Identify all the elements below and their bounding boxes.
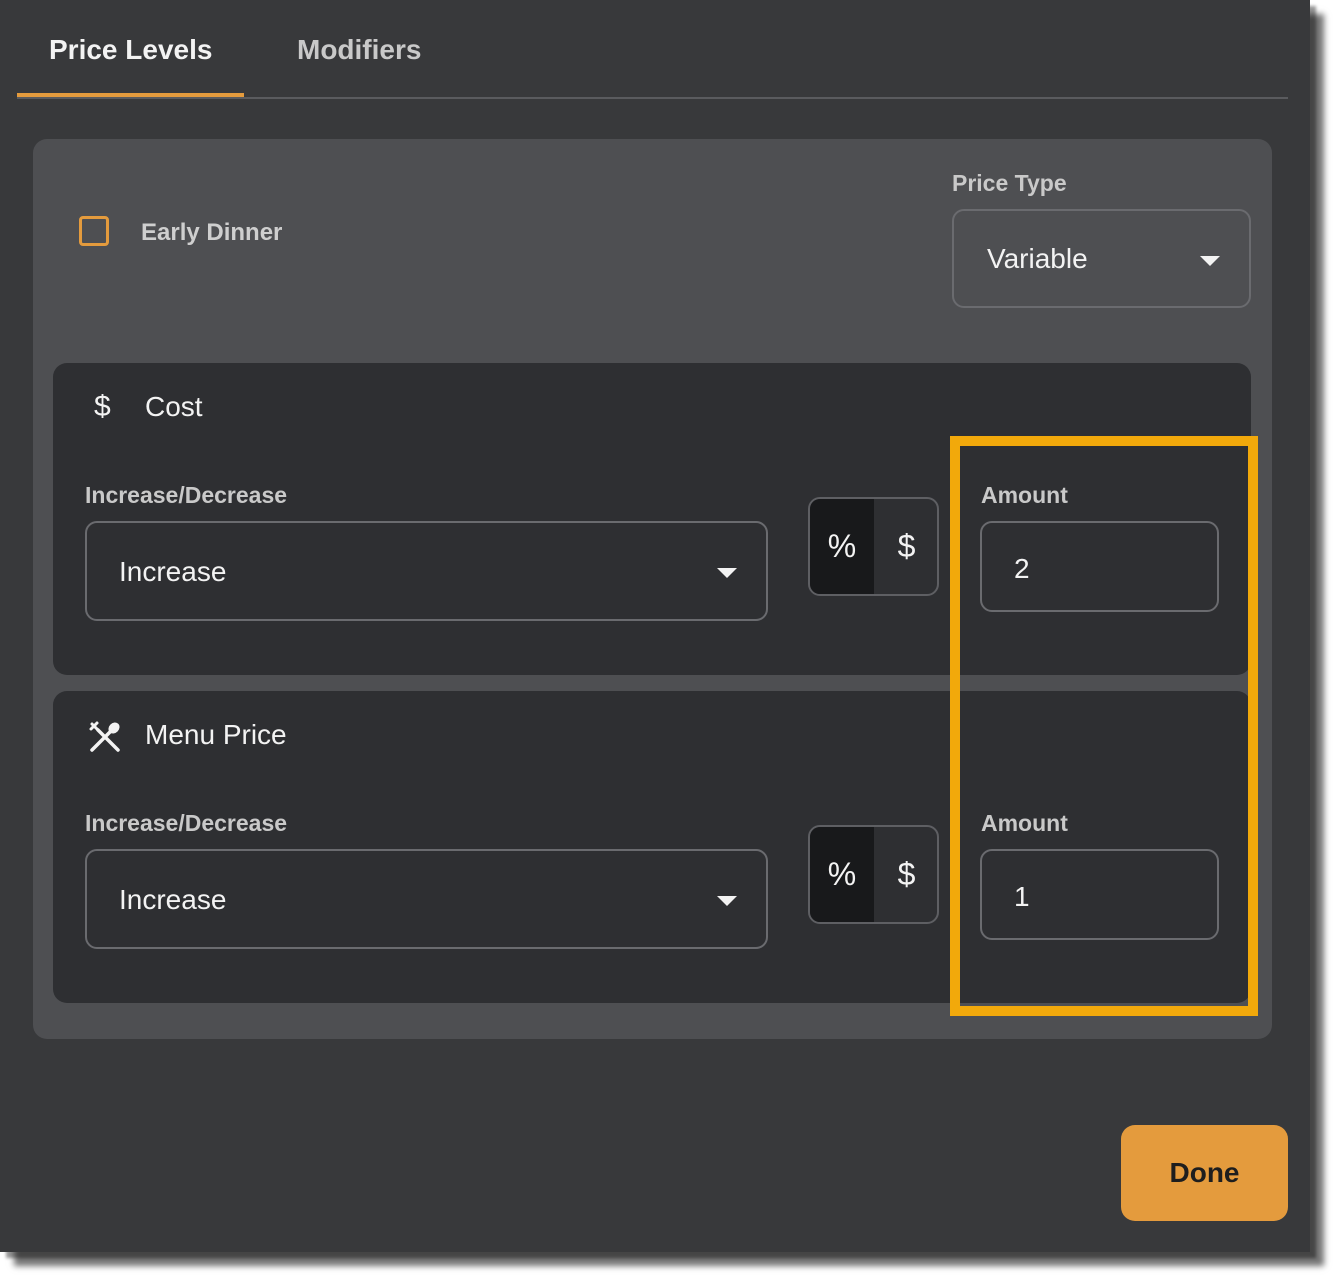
chevron-down-icon (1200, 256, 1220, 266)
cost-increase-decrease-select[interactable]: Increase (85, 521, 768, 621)
tab-price-levels[interactable]: Price Levels (49, 34, 212, 66)
menu-price-increase-decrease-select[interactable]: Increase (85, 849, 768, 949)
cost-title: Cost (145, 391, 203, 422)
cost-percent-option[interactable]: % (810, 499, 874, 594)
dollar-icon: $ (94, 390, 111, 423)
tab-modifiers[interactable]: Modifiers (297, 34, 421, 66)
price-type-select[interactable]: Variable (952, 209, 1251, 308)
cost-increase-decrease-label: Increase/Decrease (85, 482, 288, 508)
cost-unit-toggle: % $ (808, 497, 939, 596)
chevron-down-icon (717, 896, 737, 906)
early-dinner-label: Early Dinner (141, 219, 283, 246)
menu-price-unit-toggle: % $ (808, 825, 939, 924)
amount-highlight-box (950, 436, 1258, 1016)
menu-price-title: Menu Price (145, 719, 287, 750)
menu-price-dollar-option[interactable]: $ (874, 827, 937, 922)
menu-price-increase-decrease-label: Increase/Decrease (85, 810, 288, 836)
menu-price-percent-option[interactable]: % (810, 827, 874, 922)
chevron-down-icon (717, 568, 737, 578)
price-levels-dialog: Price Levels Modifiers Early Dinner Pric… (0, 0, 1310, 1252)
tab-divider (17, 97, 1288, 99)
early-dinner-checkbox[interactable] (79, 216, 109, 246)
menu-price-increase-decrease-value: Increase (119, 884, 227, 915)
price-type-label: Price Type (952, 170, 1067, 196)
utensils-icon (88, 720, 122, 754)
price-type-value: Variable (987, 243, 1088, 274)
cost-dollar-option[interactable]: $ (874, 499, 937, 594)
done-button[interactable]: Done (1121, 1125, 1288, 1221)
cost-increase-decrease-value: Increase (119, 556, 227, 587)
